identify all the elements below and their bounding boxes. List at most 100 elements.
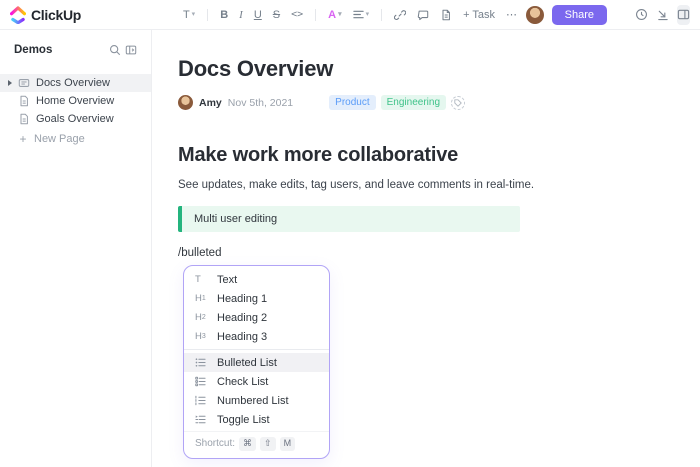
shift-key: ⇧ xyxy=(260,437,276,451)
clickup-logo-icon xyxy=(10,6,26,24)
code-button[interactable]: <> xyxy=(286,6,308,23)
numbered-list-icon xyxy=(195,395,208,406)
panel-icon xyxy=(677,8,690,21)
heading3-icon: H3 xyxy=(195,331,208,342)
italic-button[interactable]: I xyxy=(234,6,248,24)
underline-button[interactable]: U xyxy=(249,6,267,24)
sidebar-item-home-overview[interactable]: Home Overview xyxy=(0,92,151,110)
doc-date: Nov 5th, 2021 xyxy=(228,97,293,109)
share-button[interactable]: Share xyxy=(552,5,607,25)
toolbar-divider xyxy=(381,9,382,21)
panel-collapse-icon xyxy=(125,44,137,56)
doc-tags: Product Engineering xyxy=(329,95,465,110)
doc-paragraph[interactable]: See updates, make edits, tag users, and … xyxy=(178,179,680,191)
chevron-down-icon: ▾ xyxy=(366,11,370,18)
link-button[interactable] xyxy=(389,6,411,24)
toggle-list-icon xyxy=(195,414,208,425)
text-icon: T xyxy=(195,274,208,285)
text-style-button[interactable]: T ▾ xyxy=(178,6,200,24)
align-icon xyxy=(353,9,364,20)
link-icon xyxy=(394,9,406,21)
menu-item-label: Heading 1 xyxy=(217,293,267,305)
comment-icon xyxy=(417,9,429,21)
sidebar-title: Demos xyxy=(14,44,107,56)
menu-divider xyxy=(184,349,329,350)
sidebar-item-label: Goals Overview xyxy=(36,113,114,125)
tag-icon xyxy=(454,99,462,107)
plus-icon: + xyxy=(18,132,28,146)
page-icon xyxy=(18,95,30,107)
chevron-down-icon: ▾ xyxy=(338,11,342,18)
clickup-app: ClickUp T ▾ B I U S <> A ▾ ▾ xyxy=(0,0,700,467)
font-color-button[interactable]: A ▾ xyxy=(323,6,346,24)
menu-shortcut-footer: Shortcut: ⌘ ⇧ M xyxy=(184,431,329,458)
formatting-toolbar: T ▾ B I U S <> A ▾ ▾ xyxy=(160,5,540,24)
cmd-key: ⌘ xyxy=(239,437,256,451)
page-icon xyxy=(18,113,30,125)
menu-item-heading-3[interactable]: H3 Heading 3 xyxy=(184,327,329,346)
sidebar-header: Demos xyxy=(0,42,151,58)
author-avatar[interactable] xyxy=(178,95,193,110)
heading2-icon: H2 xyxy=(195,312,208,323)
search-icon xyxy=(109,44,121,56)
alignment-button[interactable]: ▾ xyxy=(348,6,375,23)
page-icon xyxy=(440,9,452,21)
chevron-down-icon: ▾ xyxy=(192,11,196,18)
comment-button[interactable] xyxy=(412,6,434,24)
doc-title[interactable]: Docs Overview xyxy=(178,56,680,82)
doc-meta-row: Amy Nov 5th, 2021 Product Engineering xyxy=(178,95,680,110)
menu-item-heading-1[interactable]: H1 Heading 1 xyxy=(184,289,329,308)
sidebar-search-button[interactable] xyxy=(107,42,123,58)
history-button[interactable] xyxy=(635,5,648,25)
tag-product[interactable]: Product xyxy=(329,95,375,110)
menu-item-heading-2[interactable]: H2 Heading 2 xyxy=(184,308,329,327)
text-style-label: T xyxy=(183,9,190,21)
topbar-right: Share xyxy=(540,5,690,25)
bulleted-list-icon xyxy=(195,357,208,368)
sidebar-collapse-button[interactable] xyxy=(123,42,139,58)
menu-item-label: Check List xyxy=(217,376,268,388)
page-button[interactable] xyxy=(435,6,457,24)
menu-item-check-list[interactable]: Check List xyxy=(184,372,329,391)
minimize-button[interactable] xyxy=(656,5,669,25)
slash-command-text[interactable]: /bulleted xyxy=(178,247,680,259)
strikethrough-button[interactable]: S xyxy=(268,6,285,24)
add-tag-button[interactable] xyxy=(451,96,465,110)
doc-heading[interactable]: Make work more collaborative xyxy=(178,144,680,167)
sidebar-item-label: Docs Overview xyxy=(36,77,110,89)
doc-editor[interactable]: Docs Overview Amy Nov 5th, 2021 Product … xyxy=(152,30,700,467)
arrow-corner-icon xyxy=(656,8,669,21)
more-button[interactable]: ⋯ xyxy=(501,5,522,24)
doc-icon xyxy=(18,77,30,89)
callout-block[interactable]: Multi user editing xyxy=(178,206,520,232)
menu-item-label: Heading 2 xyxy=(217,312,267,324)
menu-item-toggle-list[interactable]: Toggle List xyxy=(184,410,329,429)
menu-item-numbered-list[interactable]: Numbered List xyxy=(184,391,329,410)
sidebar-new-page-button[interactable]: + New Page xyxy=(0,130,151,148)
user-avatar[interactable] xyxy=(526,6,544,24)
topbar: ClickUp T ▾ B I U S <> A ▾ ▾ xyxy=(0,0,700,30)
shortcut-label: Shortcut: xyxy=(195,438,235,449)
new-page-label: New Page xyxy=(34,133,85,145)
sidebar-item-goals-overview[interactable]: Goals Overview xyxy=(0,110,151,128)
sidebar-toggle-button[interactable] xyxy=(677,5,690,25)
caret-right-icon[interactable] xyxy=(8,80,12,86)
clickup-logo-text: ClickUp xyxy=(31,7,81,23)
toolbar-divider xyxy=(207,9,208,21)
sidebar-item-docs-overview[interactable]: Docs Overview xyxy=(0,74,151,92)
add-task-button[interactable]: + Task xyxy=(458,6,500,24)
tag-engineering[interactable]: Engineering xyxy=(381,95,446,110)
menu-item-label: Numbered List xyxy=(217,395,289,407)
font-color-label: A xyxy=(328,9,336,21)
sidebar-item-label: Home Overview xyxy=(36,95,114,107)
clickup-logo[interactable]: ClickUp xyxy=(10,6,160,24)
clock-icon xyxy=(635,8,648,21)
menu-item-bulleted-list[interactable]: Bulleted List xyxy=(184,353,329,372)
author-name: Amy xyxy=(199,97,222,109)
bold-button[interactable]: B xyxy=(215,6,233,24)
menu-item-label: Toggle List xyxy=(217,414,270,426)
check-list-icon xyxy=(195,376,208,387)
heading1-icon: H1 xyxy=(195,293,208,304)
menu-item-text[interactable]: T Text xyxy=(184,270,329,289)
slash-command-menu: T Text H1 Heading 1 H2 Heading 2 H3 Head… xyxy=(183,265,330,459)
